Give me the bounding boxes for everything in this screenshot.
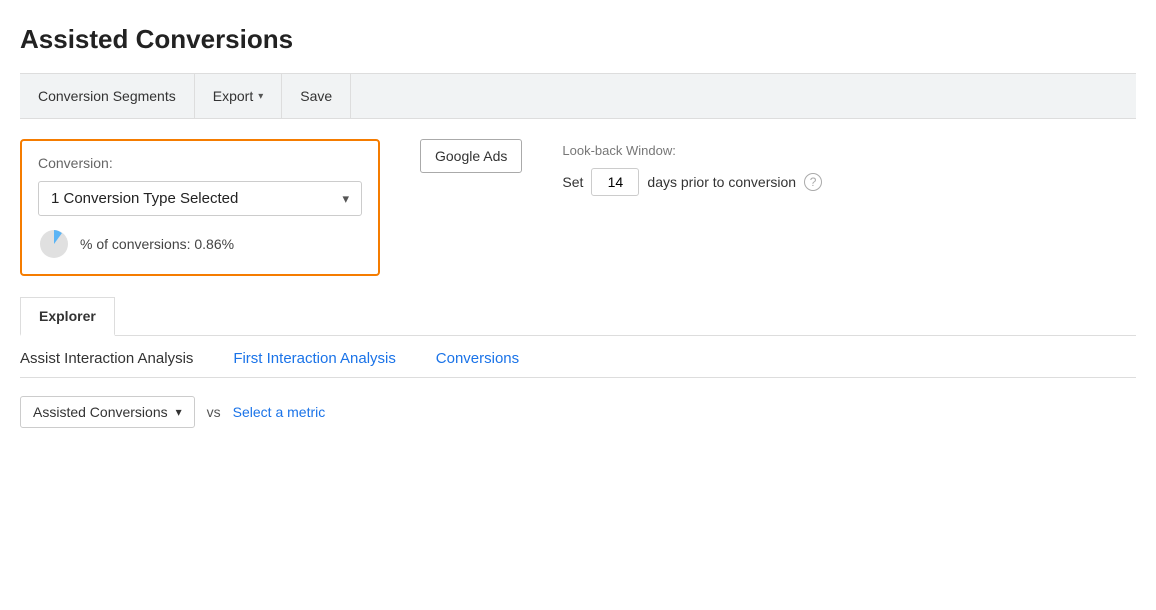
page-container: Assisted Conversions Conversion Segments… (0, 0, 1156, 448)
conversion-box: Conversion: 1 Conversion Type Selected ▾… (20, 139, 380, 276)
metric-row: Assisted Conversions ▾ vs Select a metri… (20, 378, 1136, 428)
analysis-row: Assist Interaction Analysis First Intera… (20, 336, 1136, 378)
export-button[interactable]: Export ▾ (195, 74, 283, 118)
metric-dropdown[interactable]: Assisted Conversions ▾ (20, 396, 195, 428)
lookback-title: Look-back Window: (562, 143, 822, 158)
export-chevron-icon: ▾ (258, 91, 263, 102)
middle-filter: Google Ads (420, 139, 522, 185)
conversion-dropdown[interactable]: 1 Conversion Type Selected ▾ (38, 181, 362, 216)
help-icon[interactable]: ? (804, 173, 822, 191)
analysis-link-first-interaction[interactable]: First Interaction Analysis (233, 350, 414, 367)
main-content: Conversion: 1 Conversion Type Selected ▾… (20, 119, 1136, 428)
filter-row: Conversion: 1 Conversion Type Selected ▾… (20, 139, 1136, 276)
pie-chart-icon (38, 228, 70, 260)
lookback-set-label: Set (562, 174, 583, 190)
select-metric-link[interactable]: Select a metric (233, 404, 326, 420)
toolbar: Conversion Segments Export ▾ Save (20, 73, 1136, 119)
conversion-segments-button[interactable]: Conversion Segments (20, 74, 195, 118)
lookback-days-input[interactable] (591, 168, 639, 196)
lookback-row: Set days prior to conversion ? (562, 168, 822, 196)
conversion-dropdown-value: 1 Conversion Type Selected (51, 190, 238, 207)
separator-1 (211, 351, 215, 367)
tab-explorer[interactable]: Explorer (20, 297, 115, 336)
save-button[interactable]: Save (282, 74, 351, 118)
analysis-link-conversions[interactable]: Conversions (436, 350, 537, 367)
conversion-stats: % of conversions: 0.86% (38, 228, 362, 260)
conversion-label: Conversion: (38, 155, 362, 171)
separator-2 (414, 351, 418, 367)
metric-dropdown-arrow-icon: ▾ (176, 405, 182, 419)
tabs-bar: Explorer (20, 296, 1136, 336)
google-ads-button[interactable]: Google Ads (420, 139, 522, 173)
page-title: Assisted Conversions (20, 24, 1136, 55)
metric-dropdown-label: Assisted Conversions (33, 404, 168, 420)
lookback-section: Look-back Window: Set days prior to conv… (562, 139, 822, 196)
lookback-suffix: days prior to conversion (647, 174, 796, 190)
vs-text: vs (207, 404, 221, 420)
conversion-dropdown-arrow-icon: ▾ (342, 191, 349, 207)
conversion-stats-text: % of conversions: 0.86% (80, 236, 234, 252)
analysis-link-assist[interactable]: Assist Interaction Analysis (20, 350, 211, 367)
